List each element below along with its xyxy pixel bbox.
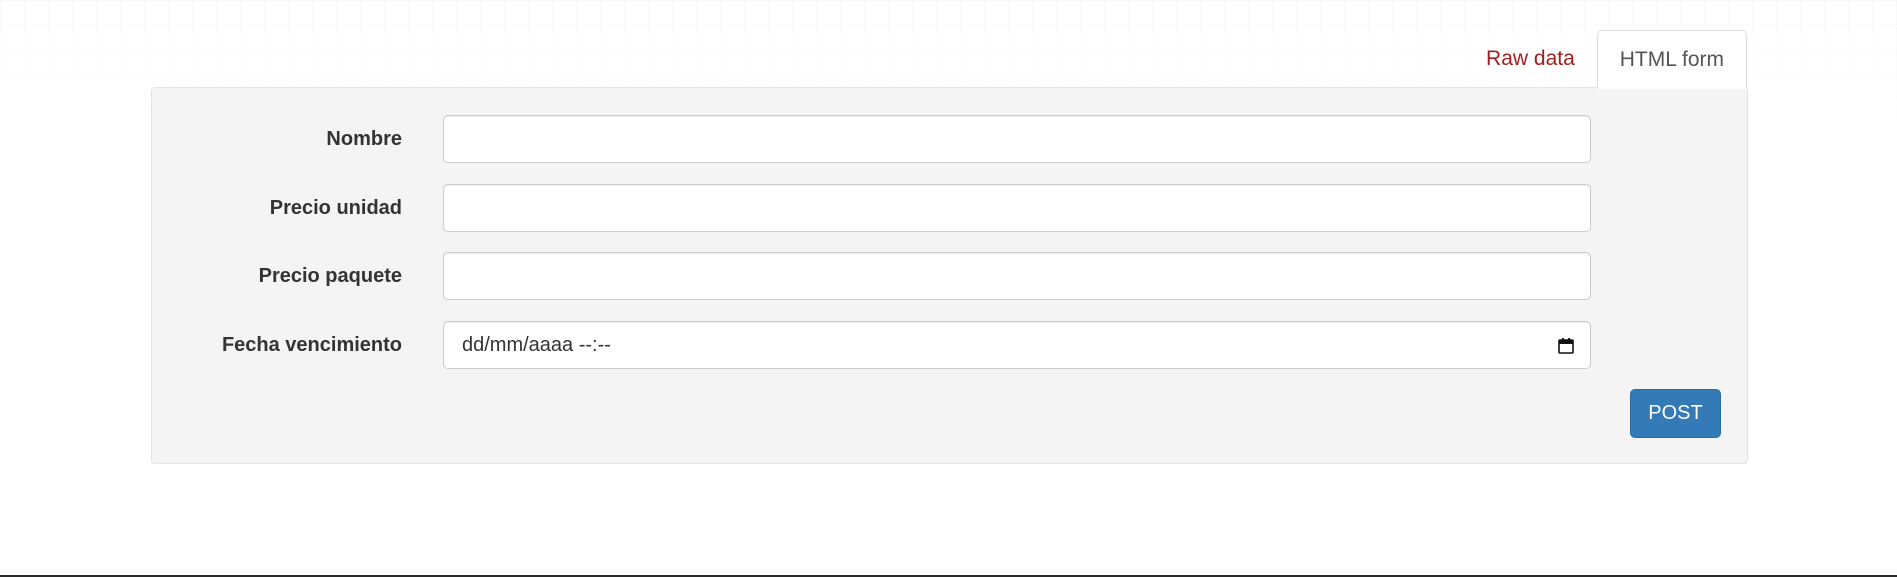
precio-unidad-input[interactable] [443, 184, 1591, 232]
tab-html-form[interactable]: HTML form [1596, 30, 1747, 89]
fecha-vencimiento-input[interactable]: dd/mm/aaaa --:-- [443, 321, 1591, 369]
calendar-icon[interactable] [1557, 336, 1575, 354]
precio-paquete-label: Precio paquete [258, 265, 402, 287]
content-tabs: Raw data HTML form [1464, 30, 1747, 89]
tab-raw-data[interactable]: Raw data [1464, 30, 1597, 88]
tab-html-form-label: HTML form [1619, 47, 1724, 71]
nombre-label: Nombre [326, 128, 402, 150]
post-button[interactable]: POST [1630, 389, 1721, 438]
form-row-precio-unidad: Precio unidad [152, 184, 1747, 232]
html-form-panel: Nombre Precio unidad Precio paquete Fech… [151, 87, 1748, 464]
fecha-vencimiento-placeholder: dd/mm/aaaa --:-- [462, 333, 611, 356]
nombre-input[interactable] [443, 115, 1591, 163]
precio-paquete-input[interactable] [443, 252, 1591, 300]
precio-unidad-label: Precio unidad [269, 197, 402, 219]
form-row-precio-paquete: Precio paquete [152, 252, 1747, 300]
form-row-fecha-vencimiento: Fecha vencimiento dd/mm/aaaa --:-- [152, 321, 1747, 369]
form-row-nombre: Nombre [152, 115, 1747, 163]
fecha-vencimiento-label: Fecha vencimiento [221, 334, 402, 356]
tab-raw-data-label: Raw data [1486, 47, 1575, 70]
